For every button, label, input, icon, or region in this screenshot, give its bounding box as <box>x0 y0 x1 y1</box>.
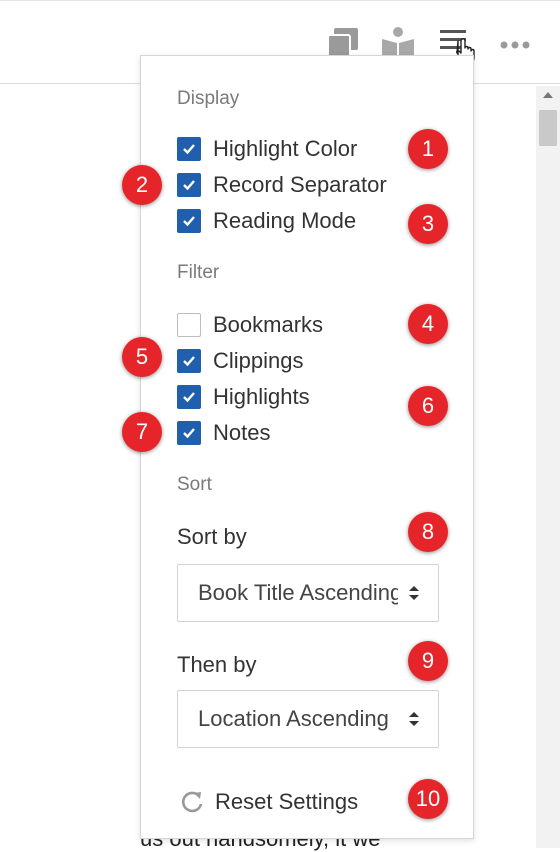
scroll-thumb[interactable] <box>539 110 557 146</box>
callout-badge-8: 8 <box>408 512 448 552</box>
callout-badge-9: 9 <box>408 641 448 681</box>
callout-badge-2: 2 <box>122 165 162 205</box>
reset-settings-button[interactable]: Reset Settings <box>179 789 358 815</box>
then-by-label: Then by <box>177 652 257 677</box>
settings-panel: Display Highlight Color Record Separator… <box>140 55 474 839</box>
select-arrows-icon <box>409 712 419 726</box>
option-label: Highlight Color <box>213 136 358 161</box>
display-heading: Display <box>177 88 240 109</box>
callout-badge-7: 7 <box>122 412 162 452</box>
option-label: Bookmarks <box>213 312 324 337</box>
then-by-select[interactable]: Location Ascending <box>177 690 439 748</box>
checkbox-checked-icon[interactable] <box>177 209 201 233</box>
option-highlights[interactable]: Highlights <box>177 384 310 410</box>
checkbox-checked-icon[interactable] <box>177 349 201 373</box>
sort-heading: Sort <box>177 474 212 495</box>
sort-by-select[interactable]: Book Title Ascending <box>177 564 439 622</box>
option-record-separator[interactable]: Record Separator <box>177 172 387 198</box>
reset-icon <box>181 791 203 813</box>
checkbox-checked-icon[interactable] <box>177 385 201 409</box>
filter-heading: Filter <box>177 262 220 283</box>
option-notes[interactable]: Notes <box>177 420 270 446</box>
then-by-value: Location Ascending <box>198 706 389 731</box>
option-label: Reading Mode <box>213 208 357 233</box>
checkbox-checked-icon[interactable] <box>177 137 201 161</box>
scroll-up-arrow-icon[interactable] <box>543 92 553 98</box>
option-reading-mode[interactable]: Reading Mode <box>177 208 356 234</box>
option-label: Notes <box>213 420 271 445</box>
callout-badge-4: 4 <box>408 304 448 344</box>
option-highlight-color[interactable]: Highlight Color <box>177 136 357 162</box>
callout-badge-3: 3 <box>408 204 448 244</box>
reset-settings-label: Reset Settings <box>215 789 359 814</box>
callout-badge-6: 6 <box>408 386 448 426</box>
select-arrows-icon <box>409 586 419 600</box>
sort-by-value: Book Title Ascending <box>198 580 398 605</box>
option-clippings[interactable]: Clippings <box>177 348 304 374</box>
option-label: Clippings <box>213 348 304 373</box>
more-icon[interactable] <box>497 25 533 61</box>
option-label: Highlights <box>213 384 310 409</box>
checkbox-unchecked-icon[interactable] <box>177 313 201 337</box>
callout-badge-10: 10 <box>408 779 448 819</box>
vertical-scrollbar[interactable] <box>536 86 560 848</box>
option-label: Record Separator <box>213 172 387 197</box>
checkbox-checked-icon[interactable] <box>177 173 201 197</box>
checkbox-checked-icon[interactable] <box>177 421 201 445</box>
sort-by-label: Sort by <box>177 524 247 549</box>
callout-badge-5: 5 <box>122 337 162 377</box>
callout-badge-1: 1 <box>408 129 448 169</box>
option-bookmarks[interactable]: Bookmarks <box>177 312 323 338</box>
